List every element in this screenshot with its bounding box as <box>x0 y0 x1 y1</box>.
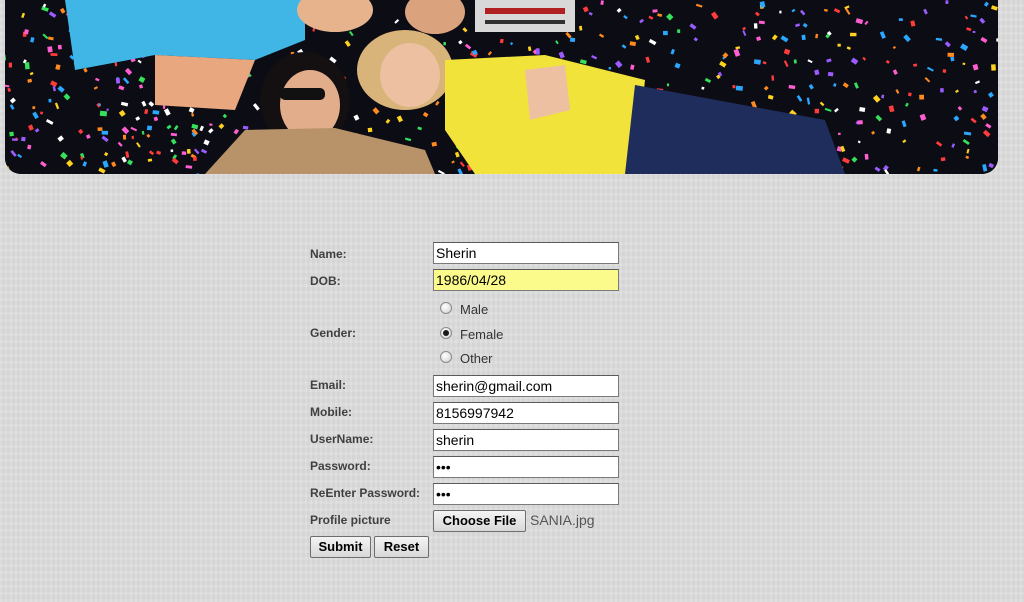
confetti-piece <box>608 66 612 70</box>
confetti-piece <box>6 170 10 174</box>
gender-option-male[interactable]: Male <box>440 301 489 317</box>
confetti-piece <box>162 105 166 109</box>
confetti-piece <box>115 77 121 84</box>
striped-shirt <box>475 0 575 32</box>
mobile-label: Mobile: <box>310 405 352 419</box>
choose-file-button[interactable]: Choose File <box>433 510 526 532</box>
dob-input[interactable] <box>433 269 619 291</box>
confetti-piece <box>758 20 765 25</box>
confetti-piece <box>864 153 869 160</box>
confetti-piece <box>779 10 782 14</box>
gender-option-other[interactable]: Other <box>440 350 493 366</box>
other-radio[interactable] <box>440 350 452 363</box>
confetti-piece <box>972 30 976 33</box>
password-label: Password: <box>310 459 371 473</box>
confetti-piece <box>367 127 373 133</box>
gender-option-female[interactable]: Female <box>440 326 504 342</box>
confetti-piece <box>535 48 540 55</box>
confetti-piece <box>996 38 998 42</box>
profile-picture-label: Profile picture <box>310 513 391 527</box>
confetti-piece <box>47 46 53 53</box>
male-label: Male <box>460 302 489 317</box>
confetti-piece <box>663 30 668 36</box>
confetti-piece <box>859 107 866 113</box>
confetti-piece <box>170 149 174 153</box>
confetti-piece <box>499 38 504 44</box>
confetti-piece <box>181 151 187 156</box>
confetti-piece <box>122 134 127 140</box>
female-label: Female <box>460 327 504 342</box>
confetti-piece <box>940 88 944 93</box>
confetti-piece <box>152 110 160 115</box>
confetti-piece <box>850 32 857 37</box>
reenter-password-input[interactable] <box>433 483 619 505</box>
confetti-piece <box>919 94 925 100</box>
confetti-piece <box>827 71 834 77</box>
confetti-piece <box>991 64 996 71</box>
male-radio[interactable] <box>440 301 452 314</box>
confetti-piece <box>857 120 863 125</box>
confetti-piece <box>9 131 14 137</box>
confetti-piece <box>146 125 153 131</box>
confetti-piece <box>771 75 775 81</box>
confetti-piece <box>193 156 197 161</box>
selected-file-name: SANIA.jpg <box>530 512 595 528</box>
name-input[interactable] <box>433 242 619 264</box>
confetti-piece <box>947 52 954 57</box>
confetti-piece <box>569 37 576 43</box>
confetti-piece <box>940 157 946 162</box>
confetti-piece <box>8 62 13 68</box>
confetti-piece <box>735 85 743 91</box>
confetti-piece <box>99 110 108 117</box>
mobile-input[interactable] <box>433 402 619 424</box>
female-radio[interactable] <box>440 326 452 339</box>
confetti-piece <box>801 34 806 41</box>
username-input[interactable] <box>433 429 619 451</box>
username-label: UserName: <box>310 432 374 446</box>
confetti-piece <box>101 130 109 135</box>
confetti-piece <box>97 127 103 131</box>
confetti-piece <box>945 0 949 4</box>
confetti-piece <box>907 92 912 97</box>
submit-button[interactable]: Submit <box>310 536 371 558</box>
confetti-piece <box>106 108 109 111</box>
confetti-piece <box>677 29 681 33</box>
confetti-piece <box>50 53 58 57</box>
face-4 <box>380 43 440 107</box>
confetti-piece <box>753 59 761 65</box>
confetti-piece <box>814 108 819 114</box>
confetti-piece <box>32 105 36 110</box>
confetti-piece <box>24 62 30 70</box>
confetti-piece <box>732 84 736 89</box>
banner-image <box>5 0 998 174</box>
email-input[interactable] <box>433 375 619 397</box>
confetti-piece <box>793 59 797 64</box>
confetti-piece <box>21 136 26 142</box>
other-label: Other <box>460 351 493 366</box>
email-label: Email: <box>310 378 347 392</box>
dob-label: DOB: <box>310 274 341 288</box>
confetti-piece <box>57 44 62 50</box>
confetti-piece <box>443 41 447 46</box>
gender-label: Gender: <box>310 326 357 340</box>
confetti-piece <box>48 98 52 103</box>
confetti-piece <box>753 23 758 29</box>
confetti-piece <box>837 43 841 47</box>
confetti-piece <box>186 148 191 154</box>
confetti-piece <box>837 132 841 136</box>
confetti-piece <box>933 168 938 172</box>
confetti-piece <box>579 25 583 31</box>
sunglasses <box>280 88 325 100</box>
password-input[interactable] <box>433 456 619 478</box>
confetti-piece <box>666 83 670 87</box>
name-label: Name: <box>310 247 347 261</box>
confetti-piece <box>898 18 903 22</box>
reenter-password-label: ReEnter Password: <box>310 486 421 500</box>
confetti-piece <box>652 9 658 13</box>
confetti-piece <box>431 141 437 147</box>
confetti-piece <box>11 138 18 141</box>
reset-button[interactable]: Reset <box>374 536 429 558</box>
party-photo <box>5 0 998 174</box>
